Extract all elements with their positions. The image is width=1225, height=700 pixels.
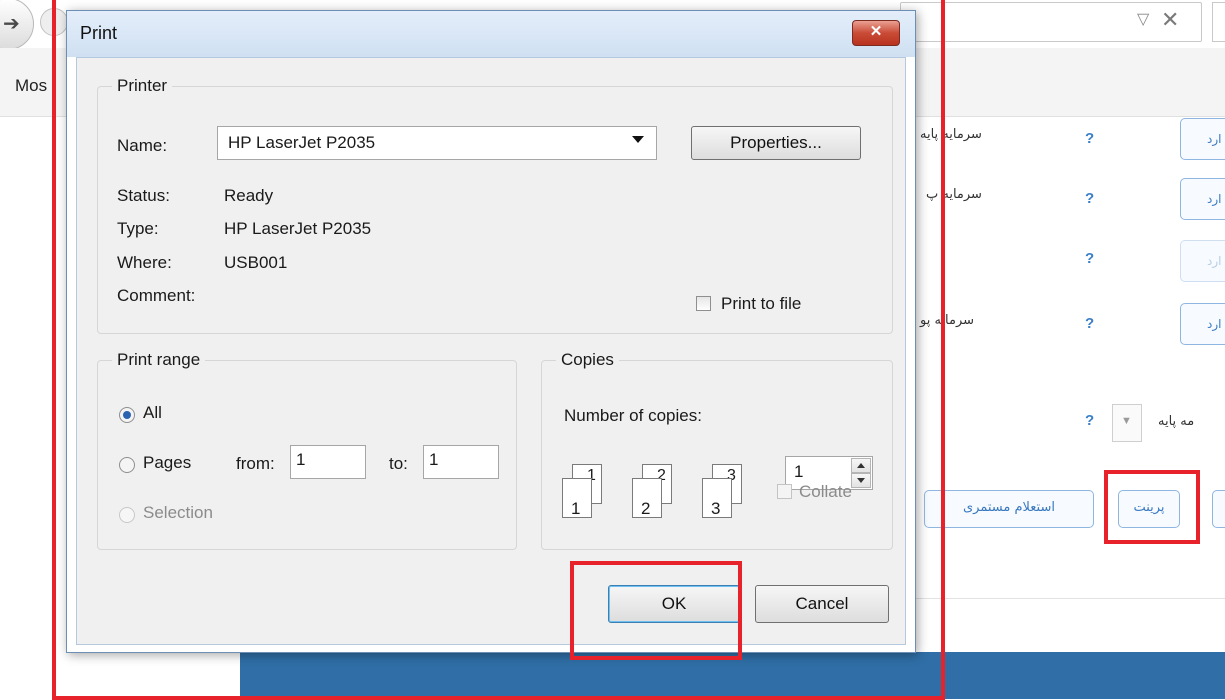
printer-legend: Printer	[117, 76, 168, 95]
where-value: USB001	[224, 253, 288, 272]
cancel-button[interactable]: Cancel	[755, 585, 889, 623]
collate-checkbox[interactable]	[777, 484, 792, 499]
type-value: HP LaserJet P2035	[224, 219, 372, 238]
copies-legend: Copies	[561, 350, 614, 369]
extra-button[interactable]	[1212, 490, 1225, 528]
printer-name-select[interactable]: HP LaserJet P2035	[217, 126, 657, 160]
dialog-body: Printer Name: HP LaserJet P2035 Properti…	[76, 57, 906, 645]
number-of-copies-label: Number of copies:	[564, 406, 702, 425]
inquiry-button[interactable]: استعلام مستمری	[924, 490, 1094, 528]
comment-label: Comment:	[117, 286, 196, 305]
search-box[interactable]	[1212, 2, 1225, 42]
row-action-button[interactable]: ارد	[1180, 118, 1225, 160]
all-label[interactable]: All	[143, 403, 162, 423]
collate-page-icon: 1	[562, 478, 592, 518]
collate-label: Collate	[799, 482, 852, 501]
to-value: 1	[429, 450, 439, 469]
collate-page-icon: 2	[632, 478, 662, 518]
close-icon[interactable]: ✕	[1161, 7, 1179, 33]
dialog-title: Print	[80, 23, 118, 43]
row-action-button[interactable]: ارد	[1180, 178, 1225, 220]
to-input[interactable]: 1	[423, 445, 499, 479]
print-to-file-checkbox[interactable]	[696, 296, 711, 311]
close-button[interactable]: ✕	[852, 20, 900, 46]
help-icon[interactable]: ?	[1085, 315, 1094, 332]
from-label: from:	[236, 454, 275, 473]
from-input[interactable]: 1	[290, 445, 366, 479]
help-icon[interactable]: ?	[1085, 130, 1094, 147]
dialog-titlebar[interactable]: Print ✕	[67, 11, 915, 57]
from-value: 1	[296, 450, 306, 469]
forward-button[interactable]	[40, 8, 68, 36]
help-icon[interactable]: ?	[1085, 412, 1094, 429]
copies-value: 1	[794, 462, 804, 481]
help-icon[interactable]: ?	[1085, 250, 1094, 267]
chevron-down-icon	[632, 136, 644, 143]
select-label: مه پایه	[1158, 414, 1195, 429]
row-action-button[interactable]: ارد	[1180, 303, 1225, 345]
row-label: سرمایه پ	[926, 187, 982, 202]
copies-group: Copies	[541, 350, 893, 550]
help-icon[interactable]: ?	[1085, 190, 1094, 207]
to-label: to:	[389, 454, 408, 473]
print-button[interactable]: پرینت	[1118, 490, 1180, 528]
all-radio[interactable]	[119, 407, 135, 423]
status-label: Status:	[117, 186, 170, 205]
status-value: Ready	[224, 186, 274, 205]
pages-radio[interactable]	[119, 457, 135, 473]
close-icon: ✕	[869, 23, 883, 40]
selection-radio[interactable]	[119, 507, 135, 523]
row-action-button[interactable]: ارد	[1180, 240, 1225, 282]
print-to-file-label[interactable]: Print to file	[721, 294, 801, 314]
printer-name-value: HP LaserJet P2035	[228, 133, 376, 152]
properties-button[interactable]: Properties...	[691, 126, 861, 160]
spin-up-icon[interactable]	[851, 458, 871, 473]
selection-label: Selection	[143, 503, 213, 522]
back-button[interactable]: ➔	[0, 0, 34, 50]
dropdown-arrow-icon: ▼	[1121, 415, 1132, 427]
print-dialog: Print ✕ Printer Name: HP LaserJet P2035 …	[66, 10, 916, 653]
where-label: Where:	[117, 253, 172, 272]
page-footer	[240, 652, 1225, 699]
row-label: سرمایه پایه	[920, 127, 982, 142]
name-label: Name:	[117, 136, 168, 155]
back-arrow-icon: ➔	[3, 13, 20, 35]
row-label: سرمایه پو	[920, 313, 975, 328]
collate-page-icon: 3	[702, 478, 732, 518]
dropdown-arrow-icon[interactable]: ▽	[1137, 9, 1149, 29]
spin-down-icon[interactable]	[851, 473, 871, 488]
type-label: Type:	[117, 219, 159, 238]
address-bar[interactable]: ▽ ✕	[900, 2, 1202, 42]
favorites-item[interactable]: Mos	[15, 76, 47, 96]
print-range-legend: Print range	[117, 350, 201, 369]
pages-label[interactable]: Pages	[143, 453, 191, 473]
select-dropdown[interactable]: ▼	[1112, 404, 1142, 442]
ok-button[interactable]: OK	[608, 585, 740, 623]
